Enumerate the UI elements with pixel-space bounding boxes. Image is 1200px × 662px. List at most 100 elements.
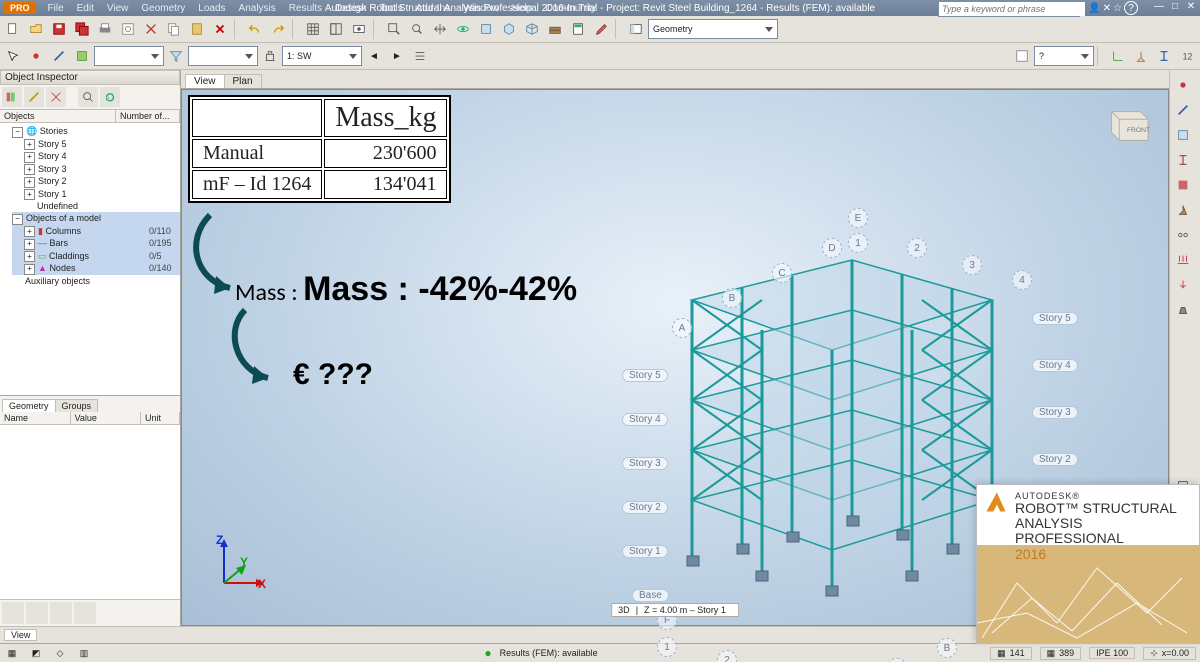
insp-btm-3[interactable] [50, 602, 72, 624]
select-node-icon[interactable] [25, 45, 47, 67]
select-panel-icon[interactable] [71, 45, 93, 67]
tree-model-root[interactable]: −Objects of a model +▮ Columns0/110 +— B… [12, 212, 180, 275]
toggle-axes-icon[interactable] [1107, 45, 1129, 67]
filter-icon[interactable] [165, 45, 187, 67]
zoom-window-icon[interactable] [383, 18, 405, 40]
status-osnap-icon[interactable]: ◇ [52, 645, 68, 661]
settings-icon[interactable] [590, 18, 612, 40]
tree-columns[interactable]: +▮ Columns0/110 [24, 225, 180, 238]
sel-combo-2[interactable] [188, 46, 258, 66]
paste-icon[interactable] [186, 18, 208, 40]
status-snap-icon[interactable]: ▦ [4, 645, 20, 661]
tree-story-2[interactable]: +Story 2 [24, 175, 180, 188]
save-all-icon[interactable] [71, 18, 93, 40]
layout-select-icon[interactable] [625, 18, 647, 40]
insp-btm-4[interactable] [74, 602, 96, 624]
view-cube[interactable]: FRONT [1102, 102, 1150, 144]
rt-sections-icon[interactable] [1172, 149, 1194, 171]
search-box[interactable] [938, 1, 1080, 17]
menu-analysis[interactable]: Analysis [233, 1, 282, 16]
minimize-button[interactable]: — [1152, 1, 1166, 13]
status-track-icon[interactable]: ▥ [76, 645, 92, 661]
view-info-bar[interactable]: 3D | Z = 4.00 m – Story 1 [611, 603, 739, 617]
edit-story-icon[interactable] [544, 18, 566, 40]
insp-refresh-icon[interactable] [100, 87, 120, 107]
next-case-icon[interactable]: ► [386, 45, 408, 67]
rt-mass-icon[interactable] [1172, 299, 1194, 321]
tree-story-3[interactable]: +Story 3 [24, 163, 180, 176]
structure-icon[interactable] [259, 45, 281, 67]
open-icon[interactable] [25, 18, 47, 40]
favorite-icon[interactable]: ☆ [1113, 3, 1122, 14]
object-tree[interactable]: −🌐 Stories +Story 5 +Story 4 +Story 3 +S… [0, 123, 180, 395]
view-front-icon[interactable] [498, 18, 520, 40]
tab-plan[interactable]: Plan [224, 74, 262, 88]
bottom-tab-view[interactable]: View [4, 629, 37, 641]
menu-community[interactable]: Community [539, 1, 602, 16]
insp-search-icon[interactable] [78, 87, 98, 107]
insp-tool-3[interactable] [46, 87, 66, 107]
status-ortho-icon[interactable]: ◩ [28, 645, 44, 661]
search-input[interactable] [939, 2, 1085, 16]
copy-icon[interactable] [163, 18, 185, 40]
tree-story-4[interactable]: +Story 4 [24, 150, 180, 163]
tree-claddings[interactable]: +▭ Claddings0/5 [24, 250, 180, 263]
preview-icon[interactable] [117, 18, 139, 40]
exchange-icon[interactable]: ✕ [1103, 3, 1111, 14]
tab-geometry[interactable]: Geometry [2, 399, 56, 412]
tree-nodes[interactable]: +▲ Nodes0/140 [24, 262, 180, 275]
help-icon[interactable]: ? [1124, 1, 1138, 15]
tree-undefined[interactable]: Undefined [24, 200, 180, 212]
view-top-icon[interactable] [475, 18, 497, 40]
new-icon[interactable] [2, 18, 24, 40]
select-bar-icon[interactable] [48, 45, 70, 67]
sign-in-icon[interactable]: 👤 [1088, 3, 1100, 14]
case-list-icon[interactable] [409, 45, 431, 67]
close-button[interactable]: ✕ [1184, 1, 1198, 13]
menu-addins[interactable]: Add-Ins [410, 1, 456, 16]
rt-loadtype-icon[interactable] [1172, 274, 1194, 296]
cut-icon[interactable] [140, 18, 162, 40]
zoom-extents-icon[interactable] [406, 18, 428, 40]
redo-icon[interactable] [267, 18, 289, 40]
menu-tools[interactable]: Tools [373, 1, 408, 16]
tab-groups[interactable]: Groups [55, 399, 99, 412]
toggle-sections-icon[interactable] [1153, 45, 1175, 67]
rt-releases-icon[interactable] [1172, 224, 1194, 246]
display-opts-icon[interactable] [1011, 45, 1033, 67]
case-combo[interactable]: 1: SW [282, 46, 362, 66]
menu-edit[interactable]: Edit [71, 1, 100, 16]
view-iso-icon[interactable] [521, 18, 543, 40]
insp-tool-2[interactable] [24, 87, 44, 107]
tree-stories-root[interactable]: −🌐 Stories +Story 5 +Story 4 +Story 3 +S… [12, 125, 180, 212]
delete-icon[interactable] [209, 18, 231, 40]
tab-view[interactable]: View [185, 74, 225, 88]
rt-panels-icon[interactable] [1172, 124, 1194, 146]
tree-aux[interactable]: Auxiliary objects [12, 275, 180, 287]
window-tile-icon[interactable] [325, 18, 347, 40]
select-icon[interactable] [2, 45, 24, 67]
insp-btm-1[interactable] [2, 602, 24, 624]
rt-material-icon[interactable] [1172, 174, 1194, 196]
menu-design[interactable]: Design [329, 1, 372, 16]
pan-icon[interactable] [429, 18, 451, 40]
rt-nodes-icon[interactable] [1172, 74, 1194, 96]
grid-icon[interactable] [302, 18, 324, 40]
calc-icon[interactable] [567, 18, 589, 40]
toggle-numbers-icon[interactable]: 12 [1176, 45, 1198, 67]
toggle-supports-icon[interactable] [1130, 45, 1152, 67]
menu-window[interactable]: Window [457, 1, 505, 16]
prev-case-icon[interactable]: ◄ [363, 45, 385, 67]
axis-gizmo[interactable]: Z X Y [206, 535, 266, 595]
screenshot-icon[interactable] [348, 18, 370, 40]
display-combo[interactable]: ? [1034, 46, 1094, 66]
rt-loads-icon[interactable] [1172, 249, 1194, 271]
menu-help[interactable]: Help [506, 1, 539, 16]
print-icon[interactable] [94, 18, 116, 40]
insp-btm-2[interactable] [26, 602, 48, 624]
save-icon[interactable] [48, 18, 70, 40]
orbit-icon[interactable] [452, 18, 474, 40]
menu-results[interactable]: Results [283, 1, 328, 16]
rt-bars-icon[interactable] [1172, 99, 1194, 121]
sel-combo-1[interactable] [94, 46, 164, 66]
